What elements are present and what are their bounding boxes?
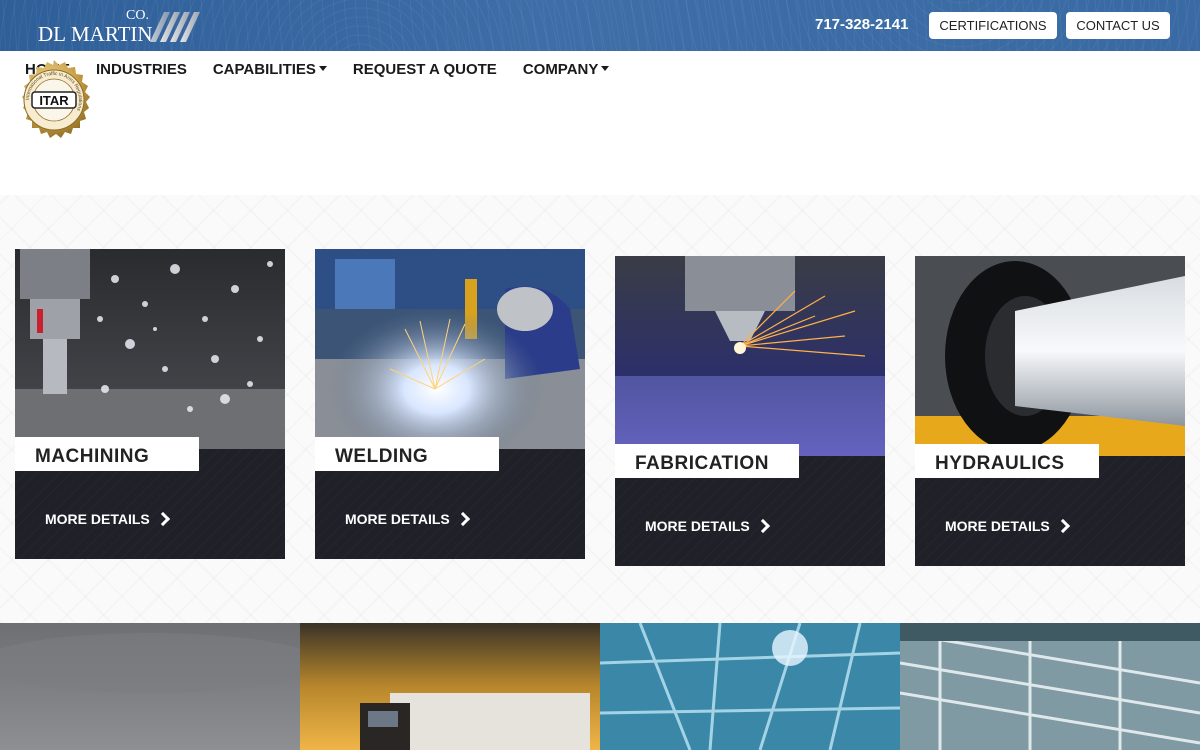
logo-stripes-icon [150,12,200,42]
card-title: MACHINING [15,437,199,471]
industry-image-warehouse[interactable] [900,623,1200,750]
more-details-link[interactable]: MORE DETAILS [45,511,170,527]
nav-item-label: INDUSTRIES [96,61,187,78]
welding-image [315,249,585,449]
top-bar: DL MARTIN CO. 717-328-2141 CERTIFICATION… [0,0,1200,51]
phone-number[interactable]: 717-328-2141 [815,16,908,33]
card-title: FABRICATION [615,444,799,478]
more-details-label: MORE DETAILS [945,518,1050,534]
nav-item-label: CAPABILITIES [212,61,316,78]
seal-itar-text: ITAR [39,93,69,108]
more-details-link[interactable]: MORE DETAILS [645,518,770,534]
chevron-right-icon [755,518,770,534]
card-fabrication[interactable]: FABRICATION MORE DETAILS [615,256,885,566]
nav-item-industries[interactable]: INDUSTRIES [96,61,187,81]
caret-down-icon [318,66,327,71]
contact-us-button[interactable]: CONTACT US [1066,12,1170,39]
caret-down-icon [601,66,610,71]
card-title: HYDRAULICS [915,444,1099,478]
certifications-button[interactable]: CERTIFICATIONS [929,12,1057,39]
dl-martin-logo[interactable]: DL MARTIN CO. [38,8,208,46]
industry-image-sky[interactable] [0,623,300,750]
industry-image-truck[interactable] [300,623,600,750]
nav-item-request-quote[interactable]: REQUEST A QUOTE [353,61,497,81]
more-details-label: MORE DETAILS [345,511,450,527]
main-nav: HOME INDUSTRIES CAPABILITIES REQUEST A Q… [25,61,635,81]
card-machining[interactable]: MACHINING MORE DETAILS [15,249,285,559]
chevron-right-icon [455,511,470,527]
card-hydraulics[interactable]: HYDRAULICS MORE DETAILS [915,256,1185,566]
itar-seal-icon[interactable]: International Traffic in Arms Regulation… [12,59,96,143]
hydraulics-image [915,256,1185,456]
more-details-link[interactable]: MORE DETAILS [345,511,470,527]
industry-image-tower[interactable] [600,623,900,750]
logo-martin-text: MARTIN [71,22,153,46]
chevron-right-icon [1055,518,1070,534]
nav-item-capabilities[interactable]: CAPABILITIES [213,61,327,81]
card-title: WELDING [315,437,499,471]
more-details-link[interactable]: MORE DETAILS [945,518,1070,534]
fabrication-image [615,256,885,456]
more-details-label: MORE DETAILS [45,511,150,527]
nav-item-label: REQUEST A QUOTE [352,61,497,78]
more-details-label: MORE DETAILS [645,518,750,534]
chevron-right-icon [155,511,170,527]
nav-item-company[interactable]: COMPANY [523,61,610,81]
logo-dl-text: DL [38,22,66,46]
machining-image [15,249,285,449]
nav-item-label: COMPANY [522,61,599,78]
card-welding[interactable]: WELDING MORE DETAILS [315,249,585,559]
